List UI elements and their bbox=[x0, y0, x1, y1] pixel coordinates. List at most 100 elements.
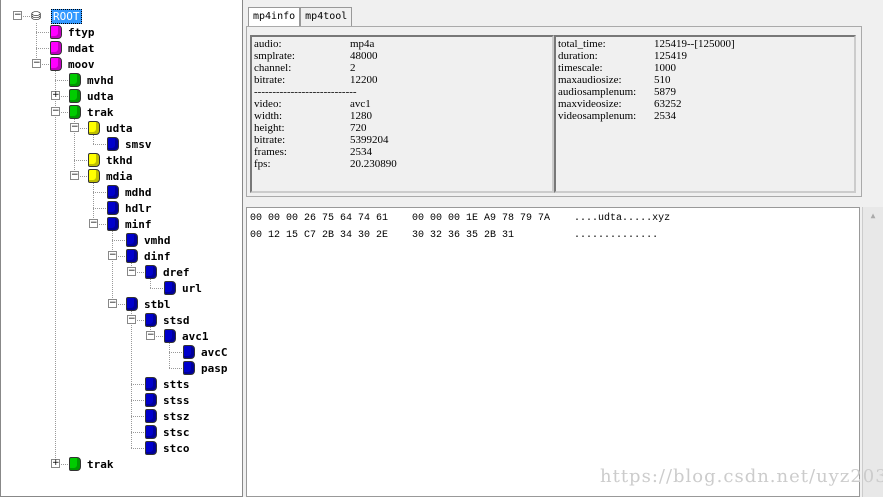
tree-node[interactable]: mvhd bbox=[69, 72, 114, 88]
info-key: audiosamplenum: bbox=[558, 86, 637, 98]
tree-node[interactable]: dref bbox=[145, 264, 190, 280]
tab-bar: mp4info mp4tool bbox=[248, 7, 353, 27]
collapse-icon[interactable]: − bbox=[32, 59, 41, 68]
collapse-icon[interactable]: − bbox=[108, 251, 117, 260]
tree-node[interactable]: udta bbox=[69, 88, 114, 104]
info-value: 12200 bbox=[350, 74, 378, 86]
tree-node-label: stsz bbox=[163, 409, 190, 423]
tree-guide-line bbox=[112, 231, 113, 304]
hex-row: 00 00 00 26 75 64 74 61 00 00 00 1E A9 7… bbox=[250, 213, 671, 224]
tree-node[interactable]: smsv bbox=[107, 136, 152, 152]
info-row: bitrate: 5399204 bbox=[254, 134, 550, 146]
tree-node[interactable]: stsc bbox=[145, 424, 190, 440]
tree-node[interactable]: udta bbox=[88, 120, 133, 136]
tree-node-label: moov bbox=[68, 57, 95, 71]
hex-view[interactable]: 00 00 00 26 75 64 74 61 00 00 00 1E A9 7… bbox=[246, 207, 860, 497]
tree-node[interactable]: url bbox=[164, 280, 202, 296]
atom-icon bbox=[145, 425, 157, 439]
tree-node[interactable]: tkhd bbox=[88, 152, 133, 168]
tree-connector bbox=[112, 240, 125, 241]
tree-connector bbox=[93, 192, 106, 193]
tree-node[interactable]: stbl bbox=[126, 296, 171, 312]
scroll-up-arrow-icon[interactable]: ▲ bbox=[863, 211, 883, 220]
tree-node[interactable]: stsd bbox=[145, 312, 190, 328]
tree-node[interactable]: trak bbox=[69, 104, 114, 120]
tab-mp4info[interactable]: mp4info bbox=[248, 7, 301, 27]
tree-node[interactable]: vmhd bbox=[126, 232, 171, 248]
collapse-icon[interactable]: − bbox=[108, 299, 117, 308]
tree-node[interactable]: stts bbox=[145, 376, 190, 392]
collapse-icon[interactable]: − bbox=[89, 219, 98, 228]
tree-node-label: stsd bbox=[163, 313, 190, 327]
tree-node[interactable]: mdat bbox=[50, 40, 95, 56]
tree-node[interactable]: ⛁ ROOT bbox=[31, 8, 82, 24]
info-row: width: 1280 bbox=[254, 110, 550, 122]
info-key: audio: bbox=[254, 38, 282, 50]
tree-node[interactable]: hdlr bbox=[107, 200, 152, 216]
tree-node[interactable]: stco bbox=[145, 440, 190, 456]
tree-node-label: smsv bbox=[125, 137, 152, 151]
tree-node[interactable]: mdia bbox=[88, 168, 133, 184]
tree-node[interactable]: pasp bbox=[183, 360, 228, 376]
tree-node-label: stco bbox=[163, 441, 190, 455]
atom-icon bbox=[107, 137, 119, 151]
atom-icon bbox=[126, 249, 138, 263]
atom-icon bbox=[126, 297, 138, 311]
atom-icon bbox=[107, 201, 119, 215]
tree-node-label: pasp bbox=[201, 361, 228, 375]
expand-icon[interactable]: + bbox=[51, 459, 60, 468]
collapse-icon[interactable]: − bbox=[70, 171, 79, 180]
atom-icon bbox=[88, 153, 100, 167]
tree-connector bbox=[131, 384, 144, 385]
tree-node-label: trak bbox=[87, 105, 114, 119]
tree-node[interactable]: minf bbox=[107, 216, 152, 232]
info-key: smplrate: bbox=[254, 50, 295, 62]
atom-icon bbox=[126, 233, 138, 247]
collapse-icon[interactable]: − bbox=[70, 123, 79, 132]
info-value: 2 bbox=[350, 62, 356, 74]
collapse-icon[interactable]: − bbox=[127, 267, 136, 276]
atom-icon bbox=[69, 89, 81, 103]
tree-node[interactable]: moov bbox=[50, 56, 95, 72]
info-row: height: 720 bbox=[254, 122, 550, 134]
expand-icon[interactable]: + bbox=[51, 91, 60, 100]
atom-icon bbox=[69, 457, 81, 471]
collapse-icon[interactable]: − bbox=[13, 11, 22, 20]
tree-node[interactable]: avc1 bbox=[164, 328, 209, 344]
tree-node[interactable]: ftyp bbox=[50, 24, 95, 40]
tree-node[interactable]: dinf bbox=[126, 248, 171, 264]
collapse-icon[interactable]: − bbox=[127, 315, 136, 324]
vertical-scrollbar[interactable]: ▲ bbox=[862, 207, 883, 497]
info-key: frames: bbox=[254, 146, 287, 158]
info-row: videosamplenum: 2534 bbox=[558, 110, 852, 122]
atom-icon bbox=[145, 393, 157, 407]
tree-connector bbox=[131, 448, 144, 449]
tree-connector bbox=[131, 416, 144, 417]
tree-node[interactable]: stsz bbox=[145, 408, 190, 424]
info-row: maxvideosize: 63252 bbox=[558, 98, 852, 110]
tab-mp4tool[interactable]: mp4tool bbox=[300, 7, 353, 26]
atom-icon bbox=[69, 73, 81, 87]
info-row: fps: 20.230890 bbox=[254, 158, 550, 170]
info-value: 720 bbox=[350, 122, 367, 134]
tree-guide-line bbox=[131, 311, 132, 448]
tree-node[interactable]: mdhd bbox=[107, 184, 152, 200]
tree-node[interactable]: avcC bbox=[183, 344, 228, 360]
collapse-icon[interactable]: − bbox=[146, 331, 155, 340]
atom-tree[interactable]: ⛁ ROOT − ftyp mdat moov − mvhd udta + trak − udta − sm… bbox=[0, 0, 243, 497]
info-value: 20.230890 bbox=[350, 158, 397, 170]
info-key: maxvideosize: bbox=[558, 98, 622, 110]
info-row: channel: 2 bbox=[254, 62, 550, 74]
info-value: 1000 bbox=[654, 62, 676, 74]
tree-node[interactable]: stss bbox=[145, 392, 190, 408]
info-row: timescale: 1000 bbox=[558, 62, 852, 74]
atom-icon bbox=[145, 265, 157, 279]
collapse-icon[interactable]: − bbox=[51, 107, 60, 116]
info-value: 63252 bbox=[654, 98, 682, 110]
tree-node-label: avcC bbox=[201, 345, 228, 359]
tree-node[interactable]: trak bbox=[69, 456, 114, 472]
atom-icon bbox=[50, 41, 62, 55]
hex-row: 00 12 15 C7 2B 34 30 2E 30 32 36 35 2B 3… bbox=[250, 230, 659, 241]
tree-node-label: minf bbox=[125, 217, 152, 231]
info-row: maxaudiosize: 510 bbox=[558, 74, 852, 86]
